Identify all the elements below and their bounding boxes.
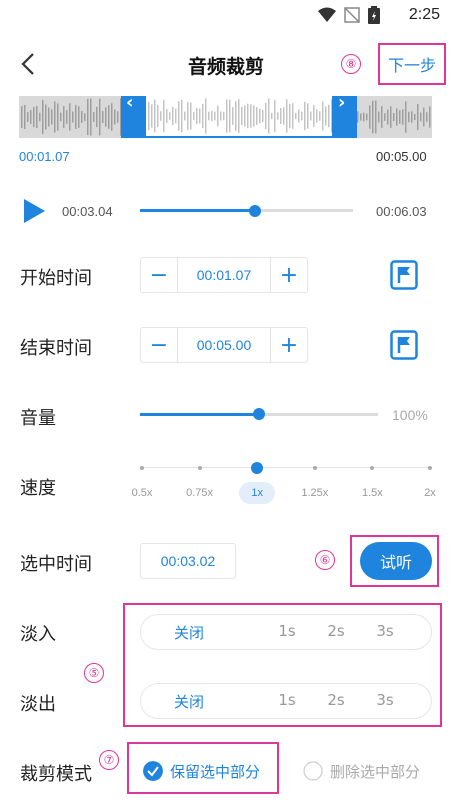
keep-selection-label: 保留选中部分 [170, 763, 261, 781]
wifi-icon [318, 7, 336, 22]
speed-option-label[interactable]: 1x [251, 487, 263, 499]
end-time-stepper: − 00:05.00 + [140, 327, 308, 363]
annotation-marker-5: ⑤ [84, 663, 104, 683]
selection-time-label: 选中时间 [20, 554, 92, 575]
speed-knob[interactable] [251, 462, 264, 474]
fade-out-option-off[interactable]: 关闭 [174, 691, 204, 712]
annotation-marker-6: ⑥ [315, 550, 335, 570]
fade-in-selector: 关闭 1s 2s 3s [140, 614, 432, 650]
start-time-value[interactable]: 00:01.07 [177, 258, 271, 292]
end-plus-button[interactable]: + [271, 328, 307, 362]
start-plus-button[interactable]: + [271, 258, 307, 292]
fade-in-option-off[interactable]: 关闭 [174, 622, 204, 643]
next-step-button[interactable]: 下一步 [378, 43, 446, 85]
player-total-time: 00:06.03 [376, 204, 427, 219]
keep-selection-option[interactable]: 保留选中部分 [140, 758, 274, 784]
annotation-marker-7: ⑦ [99, 750, 119, 770]
fade-out-option-1s[interactable]: 1s [278, 691, 295, 709]
play-icon [24, 199, 45, 223]
range-end-time: 00:05.00 [376, 149, 427, 164]
fade-out-label: 淡出 [20, 694, 56, 715]
start-time-stepper: − 00:01.07 + [140, 257, 308, 293]
volume-value: 100% [392, 407, 428, 423]
speed-tick[interactable] [312, 466, 317, 470]
speed-tick[interactable] [197, 466, 202, 470]
flag-marker-icon [390, 260, 418, 290]
end-minus-button[interactable]: − [141, 328, 177, 362]
radio-empty-icon [303, 761, 323, 781]
speed-option-label[interactable]: 1.25x [301, 487, 328, 499]
waveform-selected-bars [148, 98, 332, 134]
speed-tick[interactable] [370, 466, 375, 470]
status-time: 2:25 [408, 6, 440, 23]
speed-option-label[interactable]: 0.75x [186, 487, 213, 499]
battery-icon [368, 6, 380, 24]
start-time-label: 开始时间 [20, 268, 92, 289]
fade-in-option-3s[interactable]: 3s [376, 622, 393, 640]
annotation-marker-8: ⑧ [341, 54, 361, 74]
waveform-selected-region [146, 96, 332, 136]
volume-label: 音量 [20, 408, 56, 429]
speed-track[interactable] [142, 467, 432, 468]
set-end-button[interactable] [390, 330, 418, 360]
selection-time-value: 00:03.02 [140, 543, 236, 579]
player-progress [140, 209, 256, 212]
delete-selection-label: 删除选中部分 [330, 763, 421, 781]
preview-button[interactable]: 试听 [360, 542, 432, 580]
player-current-time: 00:03.04 [62, 204, 113, 219]
speed-label: 速度 [20, 478, 56, 499]
speed-option-label[interactable]: 0.5x [132, 487, 153, 499]
speed-tick[interactable] [428, 466, 432, 470]
fade-out-selector: 关闭 1s 2s 3s [140, 683, 432, 719]
delete-selection-option[interactable]: 删除选中部分 [300, 758, 434, 784]
speed-option-label[interactable]: 2x [424, 487, 436, 499]
status-bar: 2:25 [0, 0, 452, 32]
fade-in-option-2s[interactable]: 2s [327, 622, 344, 640]
volume-knob[interactable] [253, 408, 265, 420]
speed-tick[interactable] [140, 466, 144, 470]
end-time-value[interactable]: 00:05.00 [177, 328, 271, 362]
fade-out-option-3s[interactable]: 3s [376, 691, 393, 709]
start-minus-button[interactable]: − [141, 258, 177, 292]
fade-in-option-1s[interactable]: 1s [278, 622, 295, 640]
range-start-time: 00:01.07 [19, 149, 70, 164]
volume-fill [140, 413, 259, 416]
crop-mode-label: 裁剪模式 [20, 764, 92, 785]
fade-out-option-2s[interactable]: 2s [327, 691, 344, 709]
play-button[interactable] [22, 198, 46, 224]
check-circle-icon [143, 761, 163, 781]
set-start-button[interactable] [390, 260, 418, 290]
player-knob[interactable] [249, 205, 262, 217]
flag-marker-icon [390, 330, 418, 360]
left-handle-icon[interactable]: ‹ [126, 92, 133, 113]
fade-in-label: 淡入 [20, 624, 56, 645]
speed-option-label[interactable]: 1.5x [362, 487, 383, 499]
end-time-label: 结束时间 [20, 338, 92, 359]
no-signal-icon [344, 7, 360, 23]
status-icons [318, 6, 380, 24]
right-handle-icon[interactable]: › [338, 92, 345, 113]
